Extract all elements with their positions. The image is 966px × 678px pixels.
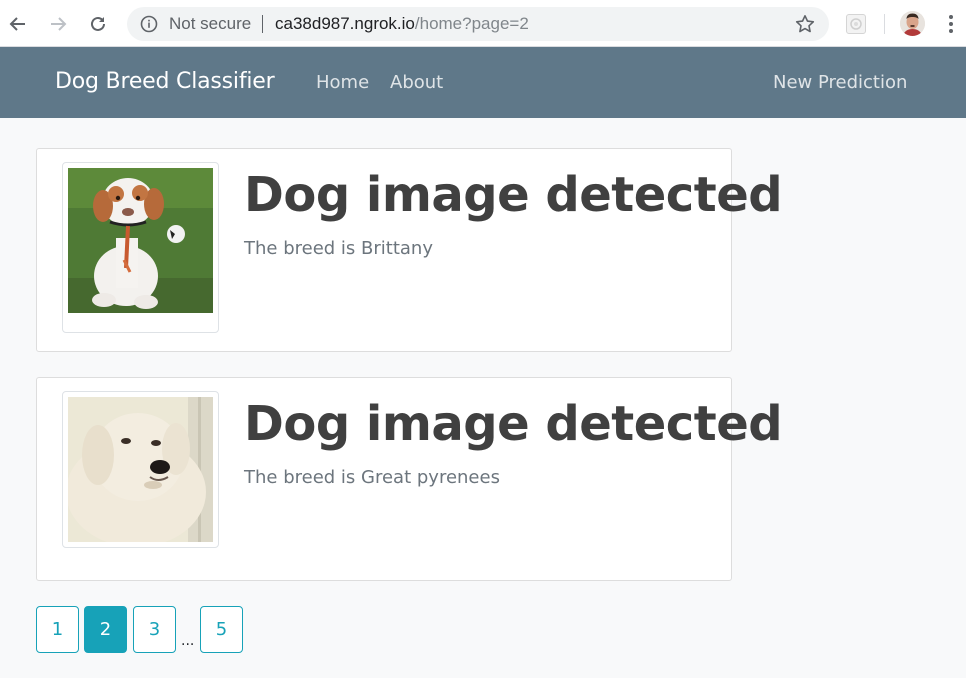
navbar-brand[interactable]: Dog Breed Classifier <box>55 69 275 94</box>
app-navbar: Dog Breed Classifier Home About New Pred… <box>0 47 966 118</box>
great-pyrenees-dog-photo <box>68 397 213 542</box>
nav-link-about[interactable]: About <box>390 72 443 93</box>
page-button-3[interactable]: 3 <box>133 606 176 653</box>
address-bar[interactable]: Not secure ca38d987.ngrok.io/home?page=2 <box>127 7 829 41</box>
reload-icon[interactable] <box>86 12 110 36</box>
result-thumbnail <box>62 391 219 548</box>
card-title: Dog image detected <box>244 396 783 452</box>
card-title: Dog image detected <box>244 167 783 223</box>
profile-avatar[interactable] <box>900 11 925 36</box>
menu-kebab-icon[interactable] <box>944 12 958 36</box>
star-icon[interactable] <box>795 14 815 34</box>
url-host: ca38d987.ngrok.io <box>275 14 415 33</box>
result-card: Dog image detected The breed is Great py… <box>36 377 783 581</box>
browser-toolbar: Not secure ca38d987.ngrok.io/home?page=2 <box>0 0 966 47</box>
extension-icon[interactable] <box>846 14 866 34</box>
page-button-1[interactable]: 1 <box>36 606 79 653</box>
forward-arrow-icon[interactable] <box>46 12 70 36</box>
toolbar-divider <box>884 14 885 34</box>
nav-link-new-prediction[interactable]: New Prediction <box>773 72 907 93</box>
page-button-5[interactable]: 5 <box>200 606 243 653</box>
card-breed-text: The breed is Great pyrenees <box>244 467 500 488</box>
card-breed-text: The breed is Brittany <box>244 238 433 259</box>
url-text[interactable]: ca38d987.ngrok.io/home?page=2 <box>275 14 529 34</box>
result-thumbnail <box>62 162 219 333</box>
brittany-dog-photo <box>68 168 213 313</box>
result-card: Dog image detected The breed is Brittany <box>36 148 783 352</box>
page-button-2-current[interactable]: 2 <box>84 606 127 653</box>
omnibox-divider <box>262 15 263 33</box>
nav-link-home[interactable]: Home <box>316 72 369 93</box>
pagination-ellipsis: ... <box>181 633 195 649</box>
back-arrow-icon[interactable] <box>6 12 30 36</box>
url-path: /home?page=2 <box>414 14 529 33</box>
security-label: Not secure <box>169 14 252 33</box>
info-icon[interactable] <box>140 15 158 33</box>
